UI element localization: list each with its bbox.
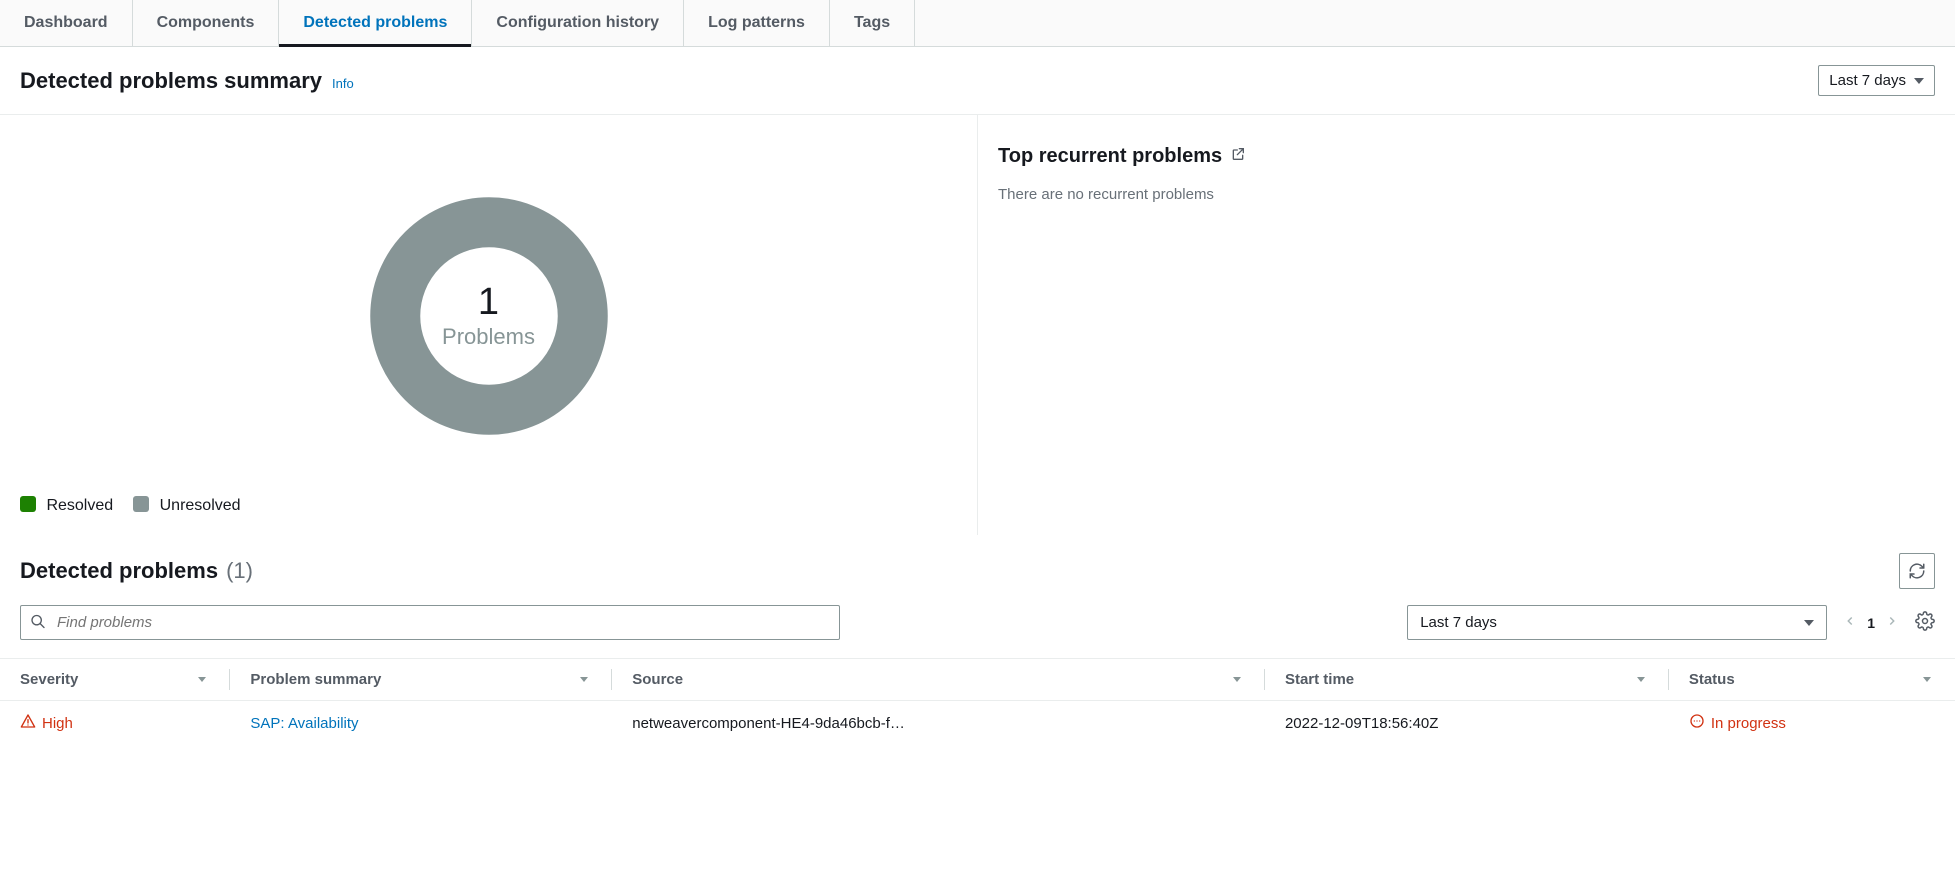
summary-title: Detected problems summary Info: [20, 68, 354, 94]
col-severity[interactable]: Severity: [0, 659, 230, 701]
tab-label: Detected problems: [303, 14, 447, 31]
list-toolbar: Last 7 days 1: [0, 597, 1955, 658]
warning-icon: [20, 713, 36, 733]
caret-down-icon: [1914, 78, 1924, 84]
list-count: (1): [226, 558, 253, 584]
tab-label: Configuration history: [496, 14, 659, 31]
recurrent-title-text: Top recurrent problems: [998, 145, 1222, 168]
settings-button[interactable]: [1915, 611, 1935, 634]
donut-label: Problems: [442, 324, 535, 350]
recurrent-pane: Top recurrent problems There are no recu…: [978, 115, 1955, 535]
tab-label: Log patterns: [708, 14, 805, 31]
search-box: [20, 605, 840, 640]
recurrent-title: Top recurrent problems: [998, 145, 1935, 168]
col-status[interactable]: Status: [1669, 659, 1955, 701]
toolbar-right: Last 7 days 1: [1407, 605, 1935, 640]
external-link-icon[interactable]: [1230, 145, 1246, 168]
summary-range-label: Last 7 days: [1829, 72, 1906, 89]
summary-range-select[interactable]: Last 7 days: [1818, 65, 1935, 96]
tab-label: Components: [157, 14, 255, 31]
sort-icon: [1637, 677, 1645, 682]
col-source[interactable]: Source: [612, 659, 1265, 701]
chart-pane: 1 Problems Resolved Unresolved: [0, 115, 978, 535]
table-row: High SAP: Availability netweavercomponen…: [0, 701, 1955, 746]
status-cell: In progress: [1689, 713, 1935, 733]
search-input[interactable]: [20, 605, 840, 640]
tab-configuration-history[interactable]: Configuration history: [472, 0, 684, 46]
col-label: Severity: [20, 671, 78, 688]
start-time-text: 2022-12-09T18:56:40Z: [1285, 715, 1438, 732]
sort-icon: [1233, 677, 1241, 682]
list-title: Detected problems (1): [20, 558, 253, 584]
search-icon: [30, 613, 46, 632]
summary-body: 1 Problems Resolved Unresolved Top recur…: [0, 115, 1955, 535]
chart-legend: Resolved Unresolved: [20, 486, 957, 515]
list-range-select[interactable]: Last 7 days: [1407, 605, 1827, 640]
severity-cell: High: [20, 713, 210, 733]
sort-icon: [198, 677, 206, 682]
legend-item-resolved: Resolved: [20, 496, 113, 515]
sort-icon: [1923, 677, 1931, 682]
swatch-unresolved: [133, 496, 149, 512]
col-label: Status: [1689, 671, 1735, 688]
legend-label: Unresolved: [160, 497, 241, 514]
caret-down-icon: [1804, 620, 1814, 626]
source-text: netweavercomponent-HE4-9da46bcb-f…: [632, 715, 905, 732]
page-number: 1: [1867, 615, 1875, 631]
legend-label: Resolved: [46, 497, 113, 514]
in-progress-icon: [1689, 713, 1705, 733]
problem-summary-link[interactable]: SAP: Availability: [250, 715, 358, 732]
pager: 1: [1843, 614, 1899, 631]
col-label: Start time: [1285, 671, 1354, 688]
tab-log-patterns[interactable]: Log patterns: [684, 0, 830, 46]
tab-detected-problems[interactable]: Detected problems: [279, 0, 472, 46]
tab-tags[interactable]: Tags: [830, 0, 915, 46]
severity-text: High: [42, 715, 73, 732]
info-link[interactable]: Info: [332, 76, 354, 91]
prev-page-button[interactable]: [1843, 614, 1857, 631]
tabs-bar: Dashboard Components Detected problems C…: [0, 0, 1955, 47]
col-label: Problem summary: [250, 671, 381, 688]
col-start[interactable]: Start time: [1265, 659, 1669, 701]
legend-item-unresolved: Unresolved: [133, 496, 240, 515]
status-text: In progress: [1711, 715, 1786, 732]
tab-label: Tags: [854, 14, 890, 31]
swatch-resolved: [20, 496, 36, 512]
next-page-button[interactable]: [1885, 614, 1899, 631]
col-summary[interactable]: Problem summary: [230, 659, 612, 701]
list-header: Detected problems (1): [0, 535, 1955, 597]
tab-dashboard[interactable]: Dashboard: [0, 0, 133, 46]
list-title-text: Detected problems: [20, 558, 218, 584]
problems-donut: 1 Problems: [364, 191, 614, 441]
tab-label: Dashboard: [24, 14, 108, 31]
list-range-label: Last 7 days: [1420, 614, 1497, 631]
summary-header: Detected problems summary Info Last 7 da…: [0, 47, 1955, 115]
sort-icon: [580, 677, 588, 682]
problems-table: Severity Problem summary Source Start ti…: [0, 658, 1955, 745]
summary-title-text: Detected problems summary: [20, 68, 322, 94]
table-header-row: Severity Problem summary Source Start ti…: [0, 659, 1955, 701]
donut-count: 1: [478, 281, 499, 324]
donut-wrap: 1 Problems: [20, 145, 957, 486]
col-label: Source: [632, 671, 683, 688]
recurrent-empty-text: There are no recurrent problems: [998, 186, 1935, 203]
tab-components[interactable]: Components: [133, 0, 280, 46]
refresh-button[interactable]: [1899, 553, 1935, 589]
